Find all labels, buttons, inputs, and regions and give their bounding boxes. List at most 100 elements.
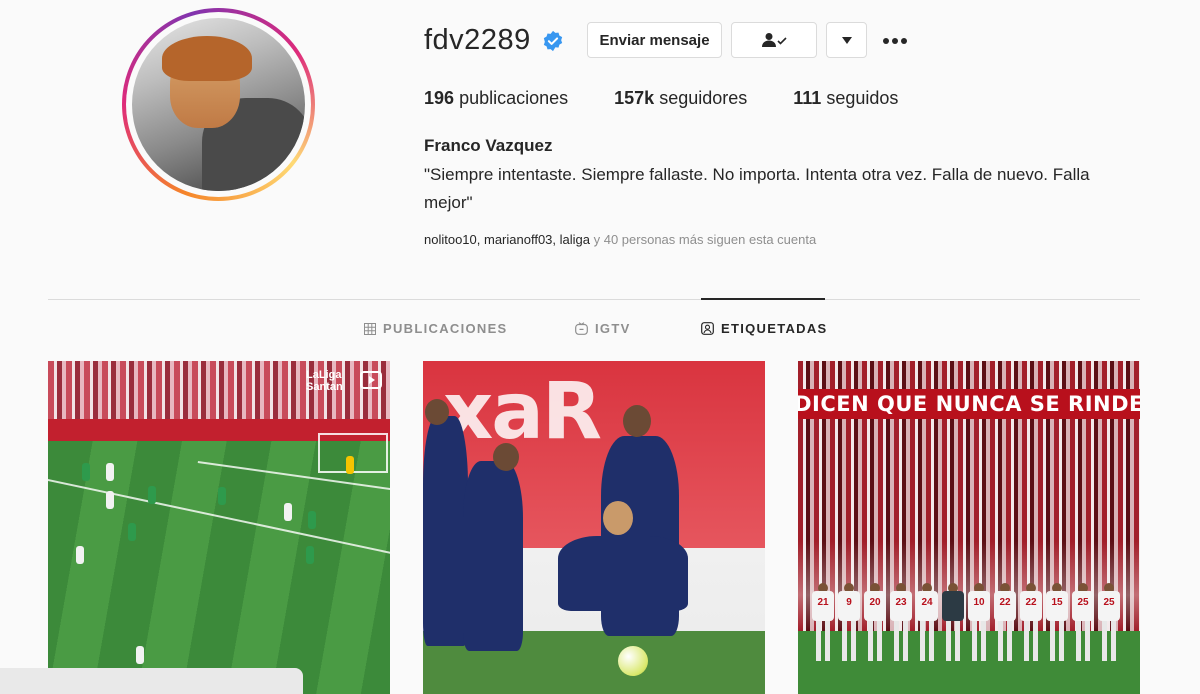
player bbox=[82, 463, 90, 481]
tab-etiquetadas[interactable]: ETIQUETADAS bbox=[701, 321, 828, 336]
player bbox=[106, 463, 114, 481]
person-check-icon bbox=[762, 33, 787, 47]
avatar[interactable] bbox=[132, 18, 305, 191]
tagged-icon bbox=[701, 322, 714, 335]
tab-publicaciones[interactable]: PUBLICACIONES bbox=[364, 321, 508, 336]
tab-publicaciones-label: PUBLICACIONES bbox=[383, 321, 508, 336]
bottom-overlay-panel bbox=[0, 668, 303, 694]
tabs-divider bbox=[48, 299, 1140, 300]
shirt-number: 25 bbox=[1077, 597, 1089, 608]
posts-count: 196 bbox=[424, 88, 455, 108]
player-legs bbox=[920, 621, 934, 661]
player-figure bbox=[423, 416, 468, 646]
followers-count: 157k bbox=[614, 88, 655, 108]
shirt-number: 22 bbox=[999, 597, 1011, 608]
followed-by-names[interactable]: nolitoo10, marianoff03, laliga bbox=[424, 232, 590, 247]
player-legs bbox=[816, 621, 830, 661]
laliga-watermark: LaLiga Santan bbox=[306, 369, 343, 393]
player-figure: 20 bbox=[864, 583, 886, 665]
verified-badge-icon bbox=[543, 30, 563, 52]
shirt-number: 24 bbox=[921, 597, 933, 608]
player-legs bbox=[1076, 621, 1090, 661]
player bbox=[128, 523, 136, 541]
following-label: seguidos bbox=[826, 88, 899, 108]
tab-igtv-label: IGTV bbox=[595, 321, 631, 336]
player-legs bbox=[1024, 621, 1038, 661]
player-legs bbox=[946, 621, 960, 661]
post-thumbnail-1[interactable]: LaLiga Santan bbox=[48, 361, 390, 694]
player-head bbox=[603, 501, 633, 535]
full-name: Franco Vazquez bbox=[424, 136, 553, 155]
followed-by[interactable]: nolitoo10, marianoff03, laliga y 40 pers… bbox=[424, 232, 816, 247]
posts-label: publicaciones bbox=[459, 88, 569, 108]
chevron-down-icon bbox=[841, 36, 852, 44]
shirt-number: 15 bbox=[1051, 597, 1063, 608]
following-stat[interactable]: 111 seguidos bbox=[793, 88, 898, 109]
player bbox=[308, 511, 316, 529]
grid-icon bbox=[364, 322, 376, 335]
player-legs bbox=[894, 621, 908, 661]
shirt-number: 21 bbox=[817, 597, 829, 608]
followed-by-suffix: y 40 personas más siguen esta cuenta bbox=[590, 232, 817, 247]
player-legs bbox=[1050, 621, 1064, 661]
player-legs bbox=[998, 621, 1012, 661]
shirt-number: 10 bbox=[973, 597, 985, 608]
player-legs bbox=[842, 621, 856, 661]
player-figure: 10 bbox=[968, 583, 990, 665]
following-button[interactable] bbox=[731, 22, 817, 58]
player-head bbox=[493, 443, 519, 471]
player-figure bbox=[558, 536, 688, 611]
more-options-button[interactable] bbox=[882, 28, 908, 51]
player bbox=[136, 646, 144, 664]
player-shirt bbox=[942, 591, 964, 621]
more-horizontal-icon bbox=[883, 38, 907, 44]
football-pitch bbox=[48, 441, 390, 694]
player bbox=[346, 456, 354, 474]
player-figure bbox=[463, 461, 523, 651]
sponsor-backdrop-text: xaR bbox=[443, 367, 602, 457]
shirt-number: 23 bbox=[895, 597, 907, 608]
player-figure: 24 bbox=[916, 583, 938, 665]
profile-avatar-ring[interactable] bbox=[122, 8, 315, 201]
options-dropdown-button[interactable] bbox=[826, 22, 867, 58]
player-head bbox=[623, 405, 651, 437]
followers-stat[interactable]: 157k seguidores bbox=[614, 88, 747, 109]
player-figure: 25 bbox=[1072, 583, 1094, 665]
player-legs bbox=[1102, 621, 1116, 661]
player-figure: 22 bbox=[994, 583, 1016, 665]
player-legs bbox=[868, 621, 882, 661]
username: fdv2289 bbox=[424, 24, 531, 56]
fan-banner: DICEN QUE NUNCA SE RINDE bbox=[798, 389, 1140, 419]
player bbox=[76, 546, 84, 564]
shirt-number: 9 bbox=[846, 597, 852, 608]
post-thumbnail-2[interactable]: xaR bbox=[423, 361, 765, 694]
posts-stat: 196 publicaciones bbox=[424, 88, 568, 109]
following-count: 111 bbox=[793, 88, 822, 108]
player-head bbox=[425, 399, 449, 425]
player bbox=[148, 486, 156, 504]
igtv-icon bbox=[575, 322, 588, 335]
player bbox=[218, 487, 226, 505]
post-thumbnail-3[interactable]: DICEN QUE NUNCA SE RINDE 21 9 20 23 24 10 22 22… bbox=[798, 361, 1140, 694]
avatar-gap bbox=[126, 12, 311, 197]
player-figure: 21 bbox=[812, 583, 834, 665]
player-legs bbox=[972, 621, 986, 661]
active-tab-indicator bbox=[701, 298, 825, 300]
player-figure: 22 bbox=[1020, 583, 1042, 665]
tab-igtv[interactable]: IGTV bbox=[575, 321, 631, 336]
followers-label: seguidores bbox=[659, 88, 748, 108]
bio: "Siempre intentaste. Siempre fallaste. N… bbox=[424, 165, 1090, 212]
player bbox=[306, 546, 314, 564]
shirt-number: 22 bbox=[1025, 597, 1037, 608]
player bbox=[106, 491, 114, 509]
player-figure bbox=[942, 583, 964, 665]
shirt-number: 25 bbox=[1103, 597, 1115, 608]
avatar-hair bbox=[162, 36, 252, 81]
player-figure: 25 bbox=[1098, 583, 1120, 665]
tab-etiquetadas-label: ETIQUETADAS bbox=[721, 321, 828, 336]
player bbox=[284, 503, 292, 521]
player-figure: 9 bbox=[838, 583, 860, 665]
send-message-button[interactable]: Enviar mensaje bbox=[587, 22, 722, 58]
player-figure: 15 bbox=[1046, 583, 1068, 665]
player-figure: 23 bbox=[890, 583, 912, 665]
